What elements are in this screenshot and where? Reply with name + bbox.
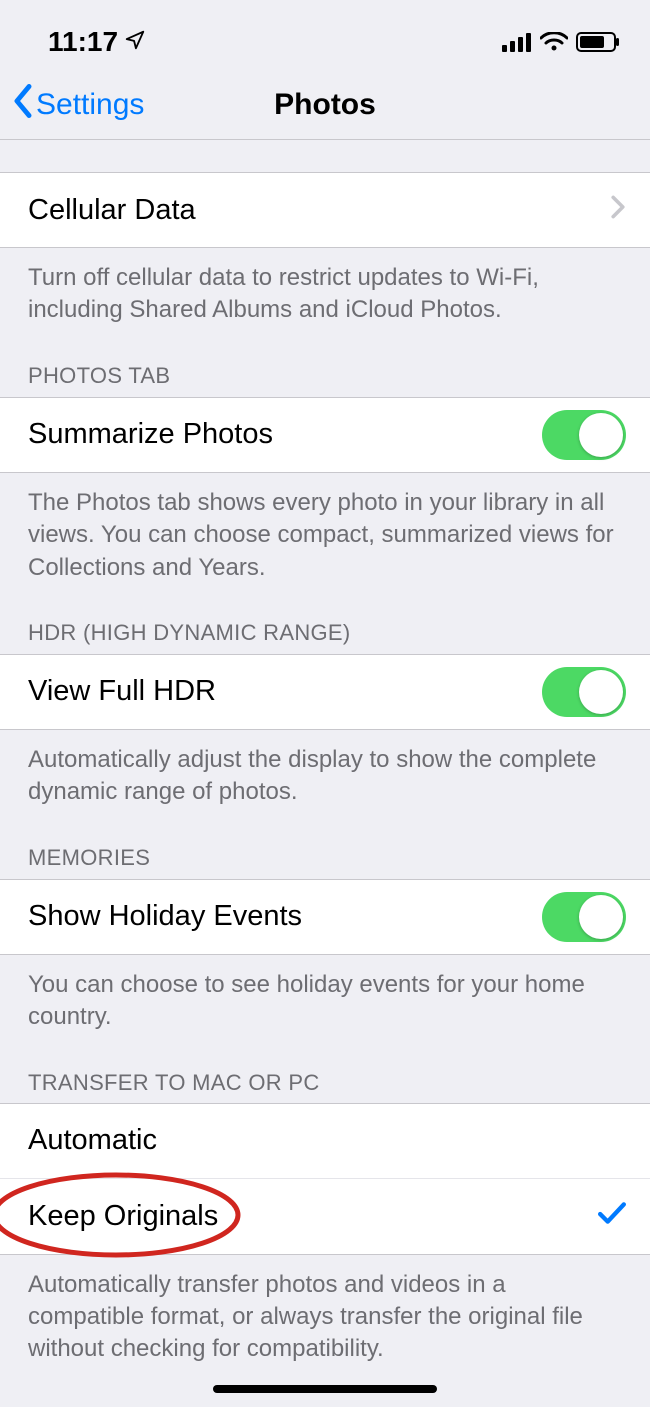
summarize-photos-label: Summarize Photos: [28, 418, 273, 451]
nav-bar: Settings Photos: [0, 70, 650, 140]
wifi-icon: [540, 32, 568, 52]
back-button[interactable]: Settings: [12, 84, 144, 126]
chevron-right-icon: [610, 194, 626, 227]
chevron-left-icon: [12, 84, 34, 126]
show-holiday-events-row[interactable]: Show Holiday Events: [0, 879, 650, 955]
transfer-keep-originals-row[interactable]: Keep Originals: [0, 1179, 650, 1255]
view-full-hdr-toggle[interactable]: [542, 667, 626, 717]
cellular-data-label: Cellular Data: [28, 194, 196, 227]
status-right: [502, 32, 620, 52]
photos-tab-footer: The Photos tab shows every photo in your…: [0, 473, 650, 584]
back-label: Settings: [36, 88, 144, 122]
transfer-header: TRANSFER TO MAC OR PC: [0, 1034, 650, 1104]
view-full-hdr-label: View Full HDR: [28, 675, 216, 708]
status-time: 11:17: [48, 26, 118, 58]
location-icon: [124, 26, 146, 58]
summarize-photos-row[interactable]: Summarize Photos: [0, 397, 650, 473]
home-indicator[interactable]: [213, 1385, 437, 1393]
cellular-signal-icon: [502, 32, 532, 52]
transfer-automatic-label: Automatic: [28, 1124, 157, 1157]
show-holiday-events-toggle[interactable]: [542, 892, 626, 942]
cellular-data-footer: Turn off cellular data to restrict updat…: [0, 248, 650, 327]
checkmark-icon: [598, 1200, 626, 1233]
status-bar: 11:17: [0, 0, 650, 70]
summarize-photos-toggle[interactable]: [542, 410, 626, 460]
transfer-keep-originals-label: Keep Originals: [28, 1200, 218, 1233]
memories-header: MEMORIES: [0, 809, 650, 879]
status-left: 11:17: [48, 26, 146, 58]
cellular-data-row[interactable]: Cellular Data: [0, 172, 650, 248]
memories-footer: You can choose to see holiday events for…: [0, 955, 650, 1034]
hdr-header: HDR (HIGH DYNAMIC RANGE): [0, 584, 650, 654]
battery-icon: [576, 32, 620, 52]
view-full-hdr-row[interactable]: View Full HDR: [0, 654, 650, 730]
transfer-automatic-row[interactable]: Automatic: [0, 1103, 650, 1179]
show-holiday-events-label: Show Holiday Events: [28, 900, 302, 933]
transfer-footer: Automatically transfer photos and videos…: [0, 1255, 650, 1366]
photos-tab-header: PHOTOS TAB: [0, 327, 650, 397]
hdr-footer: Automatically adjust the display to show…: [0, 730, 650, 809]
